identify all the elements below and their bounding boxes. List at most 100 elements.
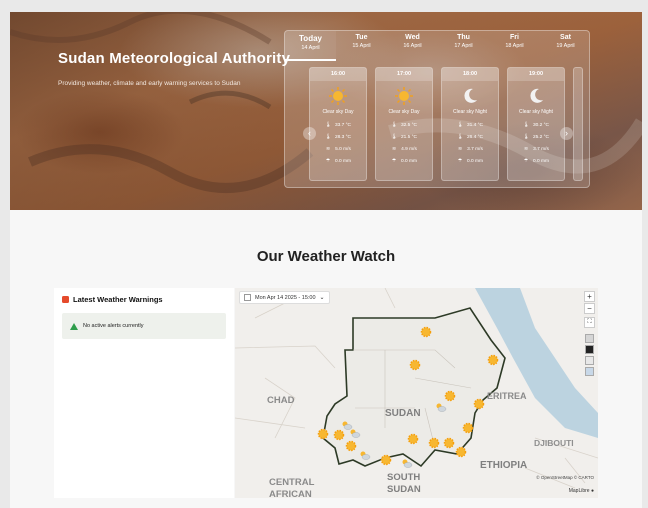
hour-card: 17:00 Clear sky Day 🌡︎ 32.5 °C 🌡︎ 21.5 °C ≋ 4.… bbox=[375, 67, 433, 181]
day-tab-name: Fri bbox=[510, 34, 519, 41]
next-arrow-icon[interactable]: › bbox=[560, 127, 573, 140]
check-triangle-icon bbox=[70, 322, 78, 330]
map-sun-icon[interactable] bbox=[420, 326, 432, 338]
day-tab[interactable]: Thu 17 April bbox=[438, 31, 489, 61]
day-tab[interactable]: Fri 18 April bbox=[489, 31, 540, 61]
hour-card: 16:00 Clear sky Day 🌡︎ 33.7 °C 🌡︎ 28.3 °C ≋ 5.… bbox=[309, 67, 367, 181]
hour-time: 17:00 bbox=[376, 68, 432, 81]
map-attribution[interactable]: © OpenStreetMap © CARTO bbox=[536, 475, 594, 480]
feels-like-icon: 🌡︎ bbox=[456, 134, 464, 140]
map-sun-icon[interactable] bbox=[380, 454, 392, 466]
rain-icon: ☂︎ bbox=[325, 158, 331, 164]
condition-text: Clear sky Night bbox=[453, 109, 487, 115]
zoom-out-button[interactable]: − bbox=[584, 303, 595, 314]
rss-icon bbox=[62, 296, 69, 303]
wind-value: 3.7 m/s bbox=[533, 146, 549, 152]
feels-like-value: 26.4 °C bbox=[466, 134, 484, 140]
hero-banner: Sudan Meteorological Authority Providing… bbox=[10, 12, 642, 210]
hour-time: 16:00 bbox=[310, 68, 366, 81]
time-select[interactable]: Mon Apr 14 2025 - 15:00 ⌄ bbox=[239, 291, 330, 304]
map-sun-icon[interactable] bbox=[345, 440, 357, 452]
label-car-2: AFRICAN bbox=[269, 489, 312, 498]
map-sun-icon[interactable] bbox=[317, 428, 329, 440]
map-cloud-sun-icon[interactable] bbox=[402, 459, 413, 468]
day-tab-name: Thu bbox=[457, 34, 470, 41]
map-canvas[interactable]: CHAD SUDAN ERITREA DJIBOUTI ETHIOPIA SOU… bbox=[235, 288, 598, 498]
map-sun-icon[interactable] bbox=[455, 446, 467, 458]
day-tabs: Today 14 April Tue 15 April Wed 16 April Thu 17… bbox=[285, 31, 589, 61]
condition-text: Clear sky Night bbox=[519, 109, 553, 115]
layer-light-button[interactable] bbox=[585, 334, 594, 343]
hourly-forecast: 16:00 Clear sky Day 🌡︎ 33.7 °C 🌡︎ 28.3 °C ≋ 5.… bbox=[309, 67, 589, 183]
label-djibouti: DJIBOUTI bbox=[534, 438, 574, 448]
thermometer-icon: 🌡︎ bbox=[456, 122, 464, 128]
sun-icon bbox=[310, 86, 366, 108]
zoom-in-button[interactable]: + bbox=[584, 291, 595, 302]
maplibre-logo[interactable]: MapLibre ● bbox=[569, 488, 594, 494]
hero-subtitle: Providing weather, climate and early war… bbox=[58, 80, 241, 87]
rain-value: 0.0 mm bbox=[401, 158, 417, 164]
wind-value: 5.0 m/s bbox=[335, 146, 351, 152]
thermometer-icon: 🌡︎ bbox=[522, 122, 530, 128]
alert-status-text: No active alerts currently bbox=[83, 323, 144, 329]
warnings-heading: Latest Weather Warnings bbox=[62, 295, 163, 304]
moon-icon bbox=[442, 86, 498, 108]
wind-value: 3.7 m/s bbox=[467, 146, 483, 152]
wind-icon: ≋ bbox=[392, 146, 397, 152]
temp-value: 33.7 °C bbox=[334, 122, 352, 128]
day-tab-name: Sat bbox=[560, 34, 571, 41]
info-icon[interactable]: ● bbox=[591, 488, 594, 494]
temp-value: 30.2 °C bbox=[532, 122, 550, 128]
map-sun-icon[interactable] bbox=[428, 437, 440, 449]
day-tab[interactable]: Tue 15 April bbox=[336, 31, 387, 61]
warnings-heading-text: Latest Weather Warnings bbox=[73, 295, 163, 304]
day-tab-date: 19 April bbox=[556, 43, 575, 49]
map-sun-icon[interactable] bbox=[444, 390, 456, 402]
label-eritrea: ERITREA bbox=[487, 391, 527, 401]
label-ethiopia: ETHIOPIA bbox=[480, 460, 527, 471]
map-controls: + − ⛶ bbox=[584, 291, 595, 378]
map-sun-icon[interactable] bbox=[409, 359, 421, 371]
map-sun-icon[interactable] bbox=[462, 422, 474, 434]
wind-icon: ≋ bbox=[326, 146, 331, 152]
layer-satellite-button[interactable] bbox=[585, 367, 594, 376]
day-tab[interactable]: Today 14 April bbox=[285, 31, 336, 61]
map-sun-icon[interactable] bbox=[487, 354, 499, 366]
day-tab[interactable]: Wed 16 April bbox=[387, 31, 438, 61]
hour-time: 18:00 bbox=[442, 68, 498, 81]
weather-map[interactable]: CHAD SUDAN ERITREA DJIBOUTI ETHIOPIA SOU… bbox=[235, 288, 598, 498]
moon-icon bbox=[508, 86, 564, 108]
fullscreen-icon[interactable]: ⛶ bbox=[584, 317, 595, 328]
rain-icon: ☂︎ bbox=[391, 158, 397, 164]
wind-icon: ≋ bbox=[524, 146, 529, 152]
rain-value: 0.0 mm bbox=[533, 158, 549, 164]
layer-dark-button[interactable] bbox=[585, 345, 594, 354]
map-sun-icon[interactable] bbox=[407, 433, 419, 445]
day-tab[interactable]: Sat 19 April bbox=[540, 31, 589, 61]
rain-value: 0.0 mm bbox=[335, 158, 351, 164]
warnings-panel: Latest Weather Warnings No active alerts… bbox=[54, 288, 234, 498]
map-sun-icon[interactable] bbox=[443, 437, 455, 449]
day-tab-name: Today bbox=[299, 34, 322, 43]
section-title: Our Weather Watch bbox=[256, 248, 396, 265]
condition-text: Clear sky Day bbox=[322, 109, 354, 115]
thermometer-icon: 🌡︎ bbox=[390, 122, 398, 128]
page: Sudan Meteorological Authority Providing… bbox=[10, 12, 642, 508]
day-tab-date: 14 April bbox=[301, 45, 320, 51]
feels-like-icon: 🌡︎ bbox=[522, 134, 530, 140]
rain-icon: ☂︎ bbox=[523, 158, 529, 164]
label-south-sudan-1: SOUTH bbox=[387, 472, 420, 483]
chevron-down-icon: ⌄ bbox=[319, 295, 325, 301]
layer-street-button[interactable] bbox=[585, 356, 594, 365]
feels-like-icon: 🌡︎ bbox=[390, 134, 398, 140]
temp-value: 31.4 °C bbox=[466, 122, 484, 128]
alert-status: No active alerts currently bbox=[62, 313, 226, 339]
wind-value: 4.9 m/s bbox=[401, 146, 417, 152]
feels-like-value: 28.3 °C bbox=[334, 134, 352, 140]
hour-card: 19:00 Clear sky Night 🌡︎ 30.2 °C 🌡︎ 25.2 °C ≋ 3… bbox=[507, 67, 565, 181]
prev-arrow-icon[interactable]: ‹ bbox=[303, 127, 316, 140]
map-sun-icon[interactable] bbox=[473, 398, 485, 410]
map-sun-icon[interactable] bbox=[333, 429, 345, 441]
day-tab-date: 16 April bbox=[403, 43, 422, 49]
rain-icon: ☂︎ bbox=[457, 158, 463, 164]
